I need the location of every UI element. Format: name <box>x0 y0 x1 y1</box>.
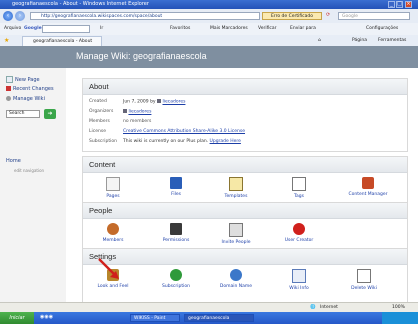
tools-menu[interactable]: Ferramentas <box>378 35 406 46</box>
about-label-members: Members <box>89 119 110 124</box>
tile-user-creator[interactable]: User Creator <box>276 223 322 243</box>
settings-heading: Settings <box>83 249 407 265</box>
tile-pages[interactable]: Pages <box>90 177 136 199</box>
ir-button[interactable]: Ir <box>100 23 103 35</box>
sidebar-search-input[interactable]: Search <box>6 110 40 118</box>
user-icon <box>123 109 127 113</box>
red-arrow-annotation <box>98 258 119 279</box>
creator-link[interactable]: liecadores <box>162 100 185 105</box>
wiki-info-icon <box>292 269 306 283</box>
close-icon[interactable]: × <box>405 1 412 8</box>
tab-current[interactable]: geografianaescola - About <box>22 36 102 46</box>
about-heading: About <box>83 79 407 95</box>
tile-domain-name[interactable]: Domain Name <box>213 269 259 289</box>
gear-icon <box>6 96 11 101</box>
url-input[interactable]: http://geografianaescola.wikispaces.com/… <box>30 12 260 20</box>
organizer-link[interactable]: liecadores <box>128 110 151 115</box>
back-button[interactable]: ‹ <box>3 11 13 21</box>
invite-icon <box>229 223 243 237</box>
settings-button[interactable]: Configurações <box>366 23 398 35</box>
sidebar-item-manage-wiki[interactable]: Manage Wiki <box>6 96 45 102</box>
taskbar: Iniciar ◉◉◉ WIKISS - Paint geografianaes… <box>0 312 418 324</box>
system-tray <box>382 312 418 324</box>
page-menu[interactable]: Página <box>352 35 367 46</box>
maximize-icon[interactable]: □ <box>396 1 403 8</box>
upgrade-link[interactable]: Upgrade Here <box>210 139 241 144</box>
tags-icon <box>292 177 306 191</box>
about-value-subscription: This wiki is currently on our Plus plan.… <box>123 139 241 144</box>
about-label-subscription: Subscription <box>89 139 117 144</box>
forward-button[interactable]: › <box>15 11 25 21</box>
content-manager-icon <box>362 177 374 189</box>
address-bar: ‹ › http://geografianaescola.wikispaces.… <box>0 9 418 24</box>
about-value-created: Jun 7, 2009 by liecadores <box>123 99 186 105</box>
user-icon <box>157 99 162 103</box>
delete-wiki-icon <box>357 269 371 283</box>
send-to-button[interactable]: Enviar para <box>290 23 316 35</box>
tile-files[interactable]: Files <box>153 177 199 197</box>
tile-delete-wiki[interactable]: Delete Wiki <box>341 269 387 291</box>
favorites-button[interactable]: Favoritos <box>170 23 190 35</box>
sidebar-item-recent-changes[interactable]: Recent Changes <box>6 86 54 92</box>
window-title: geografianaescola - About - Windows Inte… <box>12 1 149 7</box>
about-label-created: Created <box>89 99 107 104</box>
people-heading: People <box>83 203 407 219</box>
license-link[interactable]: Creative Commons Attribution Share-Alike… <box>123 129 245 134</box>
user-creator-icon <box>293 223 305 235</box>
refresh-icon[interactable]: ⟳ <box>326 12 330 18</box>
content-heading: Content <box>83 157 407 173</box>
tile-templates[interactable]: Templates <box>213 177 259 199</box>
taskbar-button-browser[interactable]: geografianaescola <box>184 314 254 322</box>
tile-wiki-info[interactable]: Wiki Info <box>276 269 322 291</box>
window-title-bar: geografianaescola - About - Windows Inte… <box>0 0 418 9</box>
new-page-icon <box>6 76 13 83</box>
content-section: Content Pages Files Templates Tags Conte… <box>82 156 408 206</box>
about-value-organizers: liecadores <box>123 109 151 115</box>
tile-invite-people[interactable]: Invite People <box>213 223 259 245</box>
favorites-star-icon[interactable]: ★ <box>4 35 9 46</box>
minimize-icon[interactable]: _ <box>388 1 395 8</box>
permissions-icon <box>170 223 182 235</box>
about-section: About Created Jun 7, 2009 by liecadores … <box>82 78 408 152</box>
page-title: Manage Wiki: geografianaescola <box>76 51 207 61</box>
sidebar: New Page Recent Changes Manage Wiki Sear… <box>0 68 66 314</box>
about-value-license: Creative Commons Attribution Share-Alike… <box>123 129 245 134</box>
tile-tags[interactable]: Tags <box>276 177 322 199</box>
google-search-input[interactable] <box>42 25 90 33</box>
start-button[interactable]: Iniciar <box>0 312 34 324</box>
menu-arquivo[interactable]: Arquivo <box>4 23 21 35</box>
search-input[interactable]: Google <box>338 12 410 20</box>
certificate-error-badge[interactable]: Erro de Certificado <box>262 12 322 20</box>
members-icon <box>107 223 119 235</box>
taskbar-button-paint[interactable]: WIKISS - Paint <box>130 314 180 322</box>
templates-icon <box>229 177 243 191</box>
about-value-members: no members <box>123 119 152 124</box>
search-go-button[interactable]: ➜ <box>44 109 56 119</box>
tile-permissions[interactable]: Permissions <box>153 223 199 243</box>
about-label-license: License <box>89 129 106 134</box>
arrow-right-icon: ➜ <box>47 110 53 117</box>
about-label-organizers: Organizers <box>89 109 114 114</box>
recent-changes-icon <box>6 86 11 91</box>
files-icon <box>170 177 182 189</box>
pages-icon <box>106 177 120 191</box>
domain-icon <box>230 269 242 281</box>
quick-launch-icons[interactable]: ◉◉◉ <box>40 314 53 320</box>
edit-navigation-link[interactable]: edit navigation <box>14 168 44 173</box>
web-page: Manage Wiki: geografianaescola New Page … <box>0 46 418 314</box>
bookmarks-button[interactable]: Mais Marcadores <box>210 23 248 35</box>
verify-button[interactable]: Verificar <box>258 23 277 35</box>
sidebar-home-link[interactable]: Home <box>6 158 21 164</box>
google-logo: Google <box>24 26 42 31</box>
subscription-icon <box>170 269 182 281</box>
tile-content-manager[interactable]: Content Manager <box>341 177 395 197</box>
home-icon[interactable]: ⌂ <box>318 35 321 46</box>
people-section: People Members Permissions Invite People… <box>82 202 408 252</box>
wiki-header: Manage Wiki: geografianaescola <box>0 46 418 68</box>
tile-members[interactable]: Members <box>90 223 136 243</box>
tile-subscription[interactable]: Subscription <box>153 269 199 289</box>
sidebar-item-new-page[interactable]: New Page <box>6 76 40 83</box>
